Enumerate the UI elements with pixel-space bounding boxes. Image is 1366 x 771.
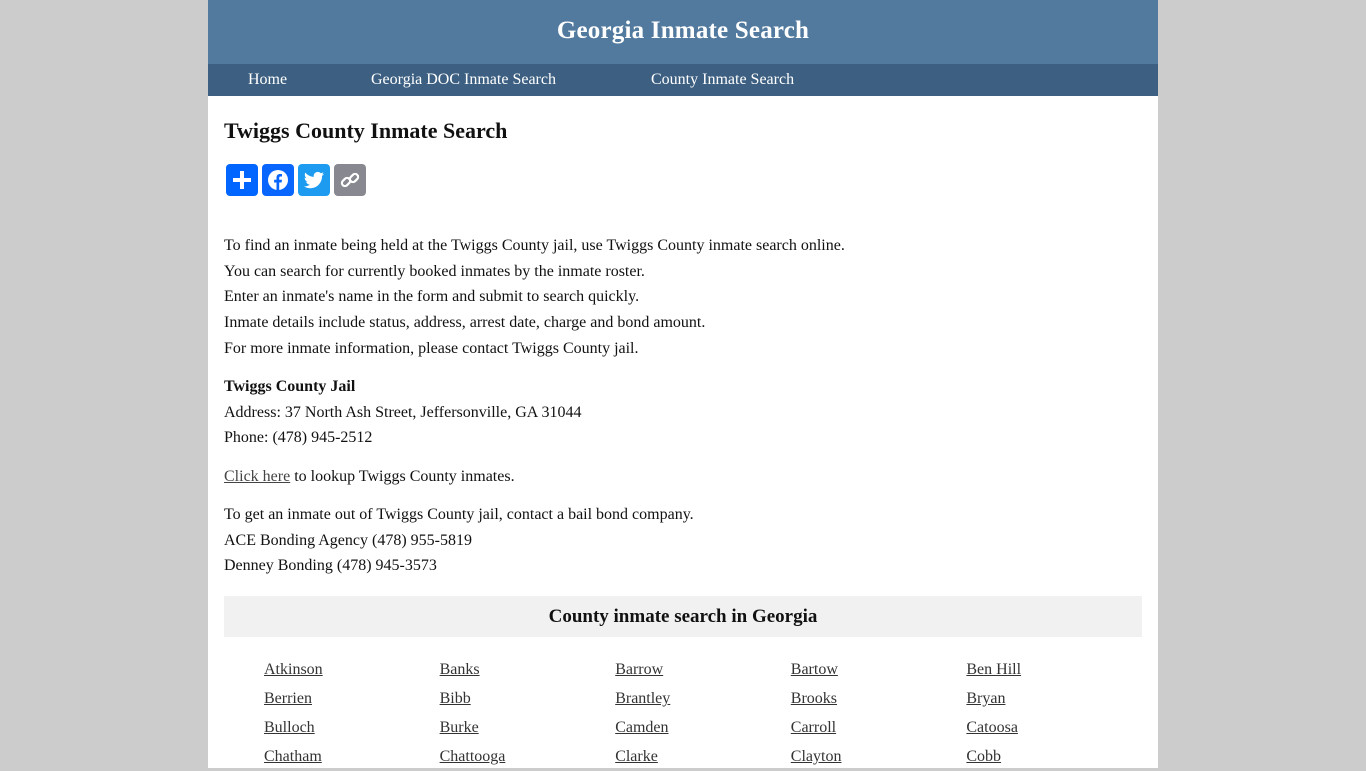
- lookup-link[interactable]: Click here: [224, 468, 290, 485]
- nav-home[interactable]: Home: [248, 64, 287, 96]
- county-link-carroll[interactable]: Carroll: [791, 719, 836, 736]
- plus-icon: [233, 171, 251, 189]
- site-header: Georgia Inmate Search: [208, 0, 1158, 64]
- facebook-icon: [268, 170, 288, 190]
- county-link-clarke[interactable]: Clarke: [615, 748, 658, 765]
- copy-link-button[interactable]: [334, 164, 366, 196]
- share-button[interactable]: [226, 164, 258, 196]
- county-link-brantley[interactable]: Brantley: [615, 690, 670, 707]
- main-nav: Home Georgia DOC Inmate Search County In…: [208, 64, 1158, 96]
- county-link-banks[interactable]: Banks: [440, 661, 480, 678]
- jail-name: Twiggs County Jail: [224, 378, 356, 395]
- share-bar: [226, 164, 366, 196]
- county-link-clayton[interactable]: Clayton: [791, 748, 842, 765]
- county-link-bibb[interactable]: Bibb: [440, 690, 471, 707]
- county-link-barrow[interactable]: Barrow: [615, 661, 663, 678]
- county-section-header: County inmate search in Georgia: [224, 596, 1142, 637]
- county-link-berrien[interactable]: Berrien: [264, 690, 312, 707]
- intro-line: Inmate details include status, address, …: [224, 314, 706, 332]
- county-link-brooks[interactable]: Brooks: [791, 690, 837, 707]
- intro-line: For more inmate information, please cont…: [224, 339, 639, 357]
- county-section-title: County inmate search in Georgia: [548, 605, 818, 627]
- bail-company: ACE Bonding Agency (478) 955-5819: [224, 531, 472, 549]
- nav-georgia-doc-inmate-search[interactable]: Georgia DOC Inmate Search: [371, 64, 556, 96]
- bail-intro: To get an inmate out of Twiggs County ja…: [224, 506, 694, 523]
- jail-address: Address: 37 North Ash Street, Jeffersonv…: [224, 403, 582, 421]
- county-link-bulloch[interactable]: Bulloch: [264, 719, 315, 736]
- intro-line: To find an inmate being held at the Twig…: [224, 237, 845, 254]
- nav-county-inmate-search[interactable]: County Inmate Search: [651, 64, 794, 96]
- site-title[interactable]: Georgia Inmate Search: [557, 17, 809, 45]
- county-link-catoosa[interactable]: Catoosa: [966, 719, 1018, 736]
- link-icon: [340, 172, 360, 188]
- county-link-ben-hill[interactable]: Ben Hill: [966, 661, 1021, 678]
- intro-text: To find an inmate being held at the Twig…: [224, 233, 845, 362]
- county-link-cobb[interactable]: Cobb: [966, 748, 1001, 765]
- county-link-chatham[interactable]: Chatham: [264, 748, 322, 765]
- page-container: Georgia Inmate Search Home Georgia DOC I…: [208, 0, 1158, 768]
- county-grid: Atkinson Banks Barrow Bartow Ben Hill Be…: [264, 655, 1144, 771]
- bail-company: Denney Bonding (478) 945-3573: [224, 557, 437, 575]
- lookup-text: Click here to lookup Twiggs County inmat…: [224, 464, 515, 490]
- lookup-suffix: to lookup Twiggs County inmates.: [290, 468, 515, 485]
- county-link-chattooga[interactable]: Chattooga: [440, 748, 506, 765]
- county-link-burke[interactable]: Burke: [440, 719, 479, 736]
- county-link-bryan[interactable]: Bryan: [966, 690, 1005, 707]
- bail-info: To get an inmate out of Twiggs County ja…: [224, 502, 694, 579]
- jail-info: Twiggs County Jail Address: 37 North Ash…: [224, 374, 581, 451]
- intro-line: Enter an inmate's name in the form and s…: [224, 288, 640, 306]
- intro-line: You can search for currently booked inma…: [224, 262, 645, 280]
- jail-phone: Phone: (478) 945-2512: [224, 429, 373, 447]
- facebook-share-button[interactable]: [262, 164, 294, 196]
- page-title: Twiggs County Inmate Search: [224, 118, 508, 143]
- county-link-bartow[interactable]: Bartow: [791, 661, 838, 678]
- twitter-icon: [304, 171, 324, 189]
- county-link-atkinson[interactable]: Atkinson: [264, 661, 323, 678]
- twitter-share-button[interactable]: [298, 164, 330, 196]
- county-link-camden[interactable]: Camden: [615, 719, 668, 736]
